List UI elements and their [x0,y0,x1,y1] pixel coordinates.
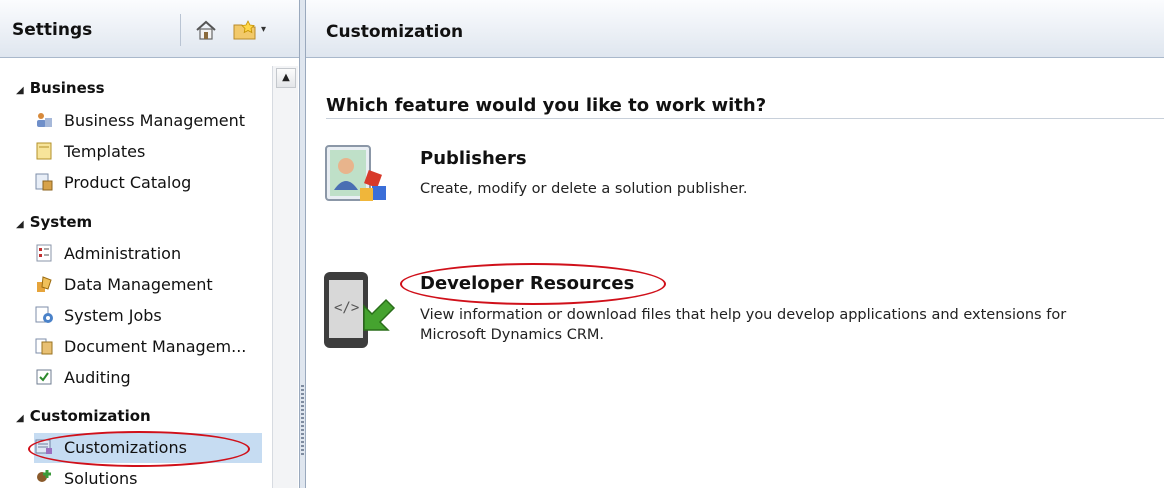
svg-text:</>: </> [334,300,359,316]
nav-item-administration[interactable]: Administration [34,239,262,269]
nav-item-auditing[interactable]: Auditing [34,363,262,393]
nav-item-customizations[interactable]: Customizations [34,433,262,463]
favorites-icon [233,20,256,40]
nav-group-customization[interactable]: ◢ Customization [16,404,151,428]
nav-item-data-management[interactable]: Data Management [34,270,262,300]
nav-item-system-jobs[interactable]: System Jobs [34,301,262,331]
home-button[interactable] [193,18,219,42]
nav-item-label: Solutions [64,469,138,488]
customizations-icon [34,437,54,457]
publishers-link[interactable]: Publishers [420,148,527,169]
nav-item-label: Customizations [64,438,187,457]
nav-item-label: Auditing [64,368,131,387]
scroll-up-button[interactable]: ▲ [276,68,296,88]
administration-icon [34,243,54,263]
feature-question-heading: Which feature would you like to work wit… [326,95,767,116]
nav-item-templates[interactable]: Templates [34,137,262,167]
pane-splitter[interactable] [300,0,306,488]
nav-item-document-management[interactable]: Document Managem... [34,332,262,362]
nav-item-label: Document Managem... [64,337,247,356]
nav-scrollbar[interactable]: ▲ [272,66,298,488]
developer-resources-link[interactable]: Developer Resources [420,273,634,294]
product-catalog-icon [34,172,54,192]
nav-title: Settings [12,20,93,40]
nav-item-label: Business Management [64,111,246,130]
nav-group-business[interactable]: ◢ Business [16,76,105,100]
nav-header: Settings ▾ [0,0,299,58]
nav-toolbar: ▾ [180,14,291,46]
auditing-icon [34,367,54,387]
nav-group-label: System [29,213,93,231]
main-header: Customization [306,0,1164,58]
templates-icon [34,141,54,161]
nav-group-label: Business [29,79,105,97]
expand-triangle-icon: ◢ [16,219,24,230]
splitter-grip-icon[interactable] [301,385,304,455]
publishers-icon[interactable] [322,142,394,214]
nav-item-product-catalog[interactable]: Product Catalog [34,168,262,198]
document-management-icon [34,336,54,356]
page-title: Customization [326,22,464,42]
nav-item-label: Product Catalog [64,173,192,192]
nav-item-label: Data Management [64,275,213,294]
nav-group-label: Customization [29,407,151,425]
system-jobs-icon [34,305,54,325]
favorites-button[interactable] [231,18,257,42]
home-icon [196,20,216,40]
nav-item-label: Administration [64,244,182,263]
developer-resources-description-line1: View information or download files that … [420,307,1067,323]
expand-triangle-icon: ◢ [16,413,24,424]
arrow-up-icon: ▲ [282,72,290,83]
nav-group-system[interactable]: ◢ System [16,210,92,234]
nav-item-label: System Jobs [64,306,162,325]
divider [326,118,1164,119]
solutions-icon [34,468,54,488]
developer-resources-description-line2: Microsoft Dynamics CRM. [420,327,605,343]
nav-item-label: Templates [64,142,146,161]
publishers-description: Create, modify or delete a solution publ… [420,181,748,197]
nav-item-solutions[interactable]: Solutions [34,464,262,494]
nav-item-business-management[interactable]: Business Management [34,106,262,136]
navigation-pane: Settings ▾ ◢ Business Business Managemen… [0,0,300,488]
business-management-icon [34,110,54,130]
data-management-icon [34,274,54,294]
developer-resources-icon[interactable]: </> [318,270,398,352]
expand-triangle-icon: ◢ [16,85,24,96]
chevron-down-icon[interactable]: ▾ [261,24,266,35]
